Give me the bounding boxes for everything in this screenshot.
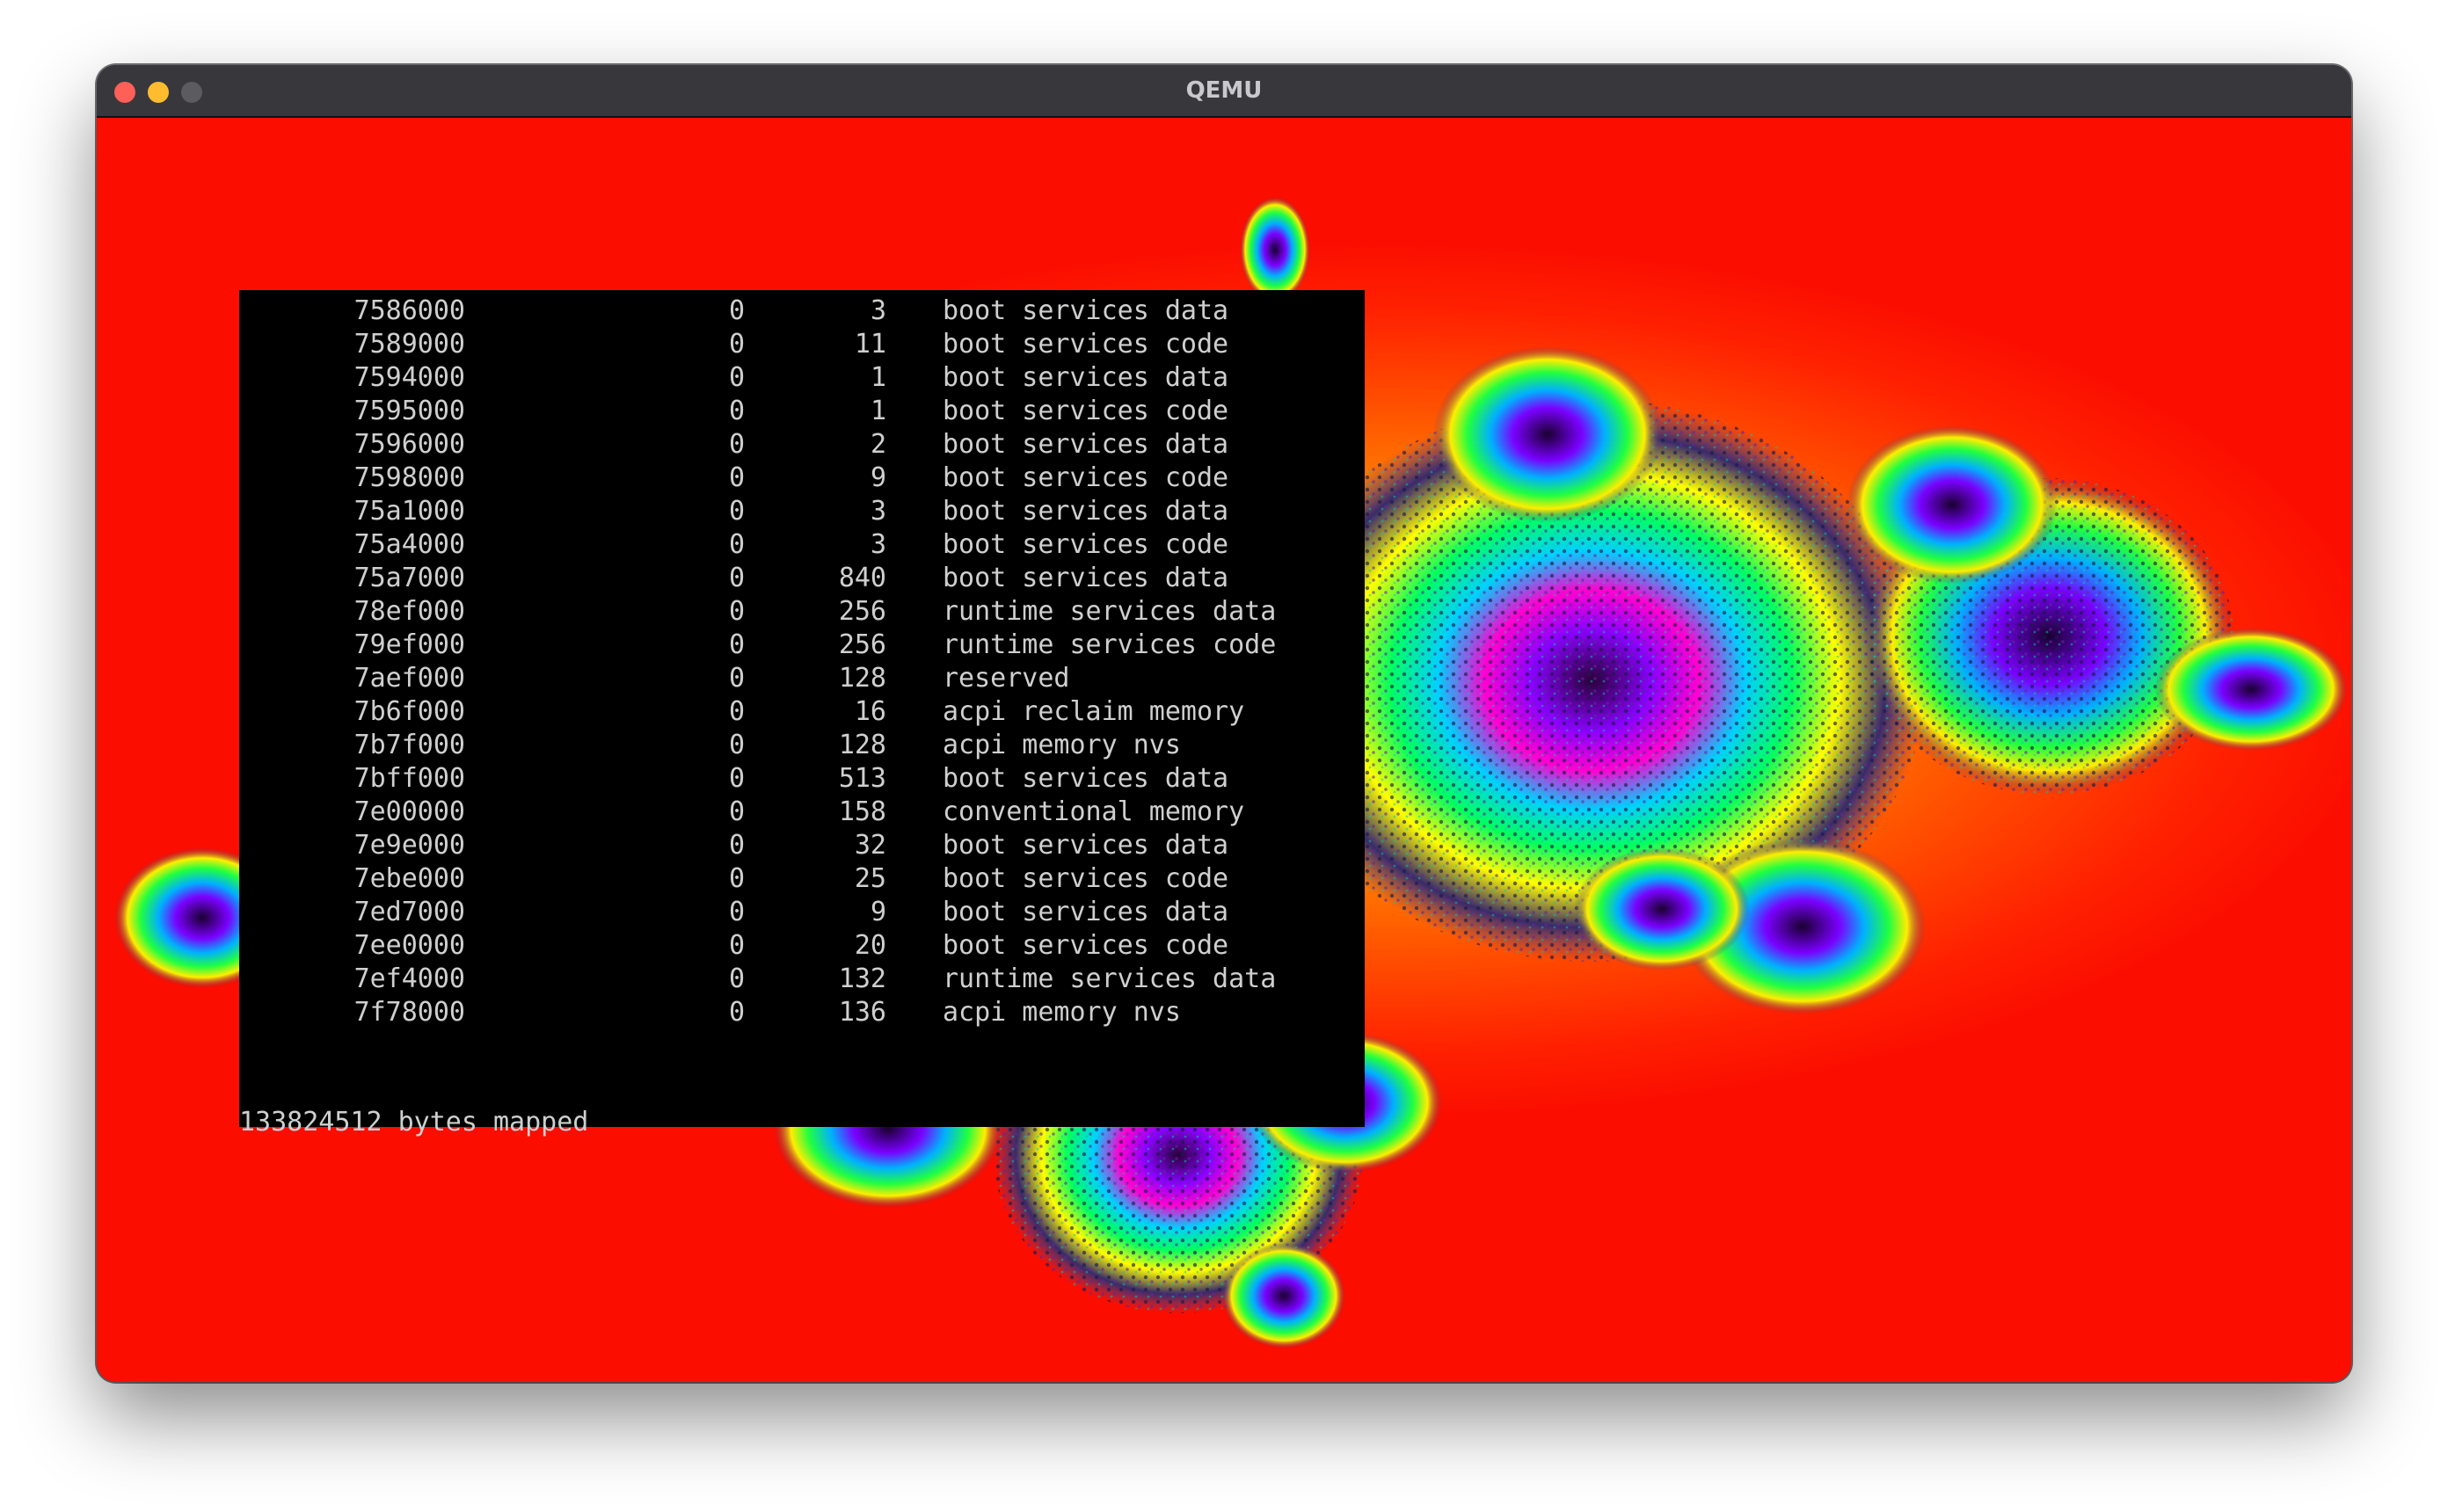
page-count: 256 xyxy=(838,596,886,627)
memory-map-row: 7596000 0 2 boot services data xyxy=(239,428,1365,462)
memory-map-row: 7aef000 0 128 reserved xyxy=(239,662,1365,695)
memory-type: runtime services data xyxy=(943,596,1277,627)
memory-map-row: 75a7000 0 840 boot services data xyxy=(239,562,1365,595)
memory-map-row: 7ed7000 0 9 boot services data xyxy=(239,896,1365,929)
memory-type: boot services code xyxy=(943,329,1229,360)
page-count: 3 xyxy=(870,295,886,326)
memory-type: boot services data xyxy=(943,496,1229,527)
memory-map-row: 79ef000 0 256 runtime services code xyxy=(239,629,1365,662)
bytes-mapped-summary: 133824512 bytes mapped xyxy=(239,1107,589,1138)
memory-map-row: 75a4000 0 3 boot services code xyxy=(239,528,1365,562)
qemu-window: QEMU 133824512 bytes mapped 7586000 0 3 … xyxy=(97,65,2351,1382)
memory-map-console: 133824512 bytes mapped 7586000 0 3 boot ser… xyxy=(239,290,1365,1138)
memory-type: boot services data xyxy=(943,295,1229,326)
memory-type: boot services data xyxy=(943,763,1229,794)
memory-type: conventional memory xyxy=(943,796,1245,827)
memory-type: boot services code xyxy=(943,930,1229,961)
page-count: 840 xyxy=(838,563,886,593)
page-count: 158 xyxy=(838,796,886,827)
memory-type: boot services data xyxy=(943,897,1229,927)
page-count: 9 xyxy=(870,462,886,493)
page-count: 3 xyxy=(870,496,886,527)
page-count: 1 xyxy=(870,396,886,426)
page-count: 136 xyxy=(838,997,886,1028)
memory-map-row: 7586000 0 3 boot services data xyxy=(239,294,1365,328)
page-count: 1 xyxy=(870,362,886,393)
title-bar[interactable]: QEMU xyxy=(97,65,2351,118)
memory-type: boot services code xyxy=(943,863,1229,894)
memory-map-row: 7ef4000 0 132 runtime services data xyxy=(239,963,1365,996)
memory-map-row: 7595000 0 1 boot services code xyxy=(239,395,1365,428)
memory-map-row: 78ef000 0 256 runtime services data xyxy=(239,595,1365,629)
memory-type: acpi memory nvs xyxy=(943,997,1181,1028)
memory-map-row: 7594000 0 1 boot services data xyxy=(239,361,1365,395)
memory-type: boot services data xyxy=(943,563,1229,593)
memory-map-row: 7e9e000 0 32 boot services data xyxy=(239,829,1365,862)
page-count: 11 xyxy=(854,329,886,360)
page-count: 128 xyxy=(838,730,886,760)
memory-map-row: 7598000 0 9 boot services code xyxy=(239,462,1365,495)
memory-type: boot services data xyxy=(943,830,1229,861)
page-count: 128 xyxy=(838,663,886,694)
window-title: QEMU xyxy=(1185,77,1263,104)
memory-map-row: 75a1000 0 3 boot services data xyxy=(239,495,1365,528)
page-count: 513 xyxy=(838,763,886,794)
page-count: 32 xyxy=(854,830,886,861)
memory-type: boot services code xyxy=(943,396,1229,426)
page-count: 2 xyxy=(870,429,886,460)
memory-type: boot services code xyxy=(943,462,1229,493)
memory-map-row: 7bff000 0 513 boot services data xyxy=(239,762,1365,796)
memory-map-row: 7f78000 0 136 acpi memory nvs xyxy=(239,996,1365,1029)
memory-map-row: 7ebe000 0 25 boot services code xyxy=(239,862,1365,896)
memory-map-row: 7ee0000 0 20 boot services code xyxy=(239,929,1365,963)
memory-type: runtime services data xyxy=(943,963,1277,994)
memory-type: boot services data xyxy=(943,429,1229,460)
memory-type: runtime services code xyxy=(943,629,1277,660)
memory-type: boot services code xyxy=(943,529,1229,560)
page-count: 9 xyxy=(870,897,886,927)
memory-type: reserved xyxy=(943,663,1070,694)
page-count: 25 xyxy=(854,863,886,894)
memory-type: acpi reclaim memory xyxy=(943,696,1245,727)
page-count: 256 xyxy=(838,629,886,660)
memory-map-row: 7e00000 0 158 conventional memory xyxy=(239,796,1365,829)
memory-map-row: 7589000 0 11 boot services code xyxy=(239,328,1365,361)
memory-map-row: 7b6f000 0 16 acpi reclaim memory xyxy=(239,695,1365,729)
memory-type: acpi memory nvs xyxy=(943,730,1181,760)
memory-type: boot services data xyxy=(943,362,1229,393)
vm-display[interactable]: 133824512 bytes mapped 7586000 0 3 boot ser… xyxy=(97,118,2351,1382)
page-count: 3 xyxy=(870,529,886,560)
page-count: 16 xyxy=(854,696,886,727)
page-count: 20 xyxy=(854,930,886,961)
page-count: 132 xyxy=(838,963,886,994)
memory-map-row: 7b7f000 0 128 acpi memory nvs xyxy=(239,729,1365,762)
